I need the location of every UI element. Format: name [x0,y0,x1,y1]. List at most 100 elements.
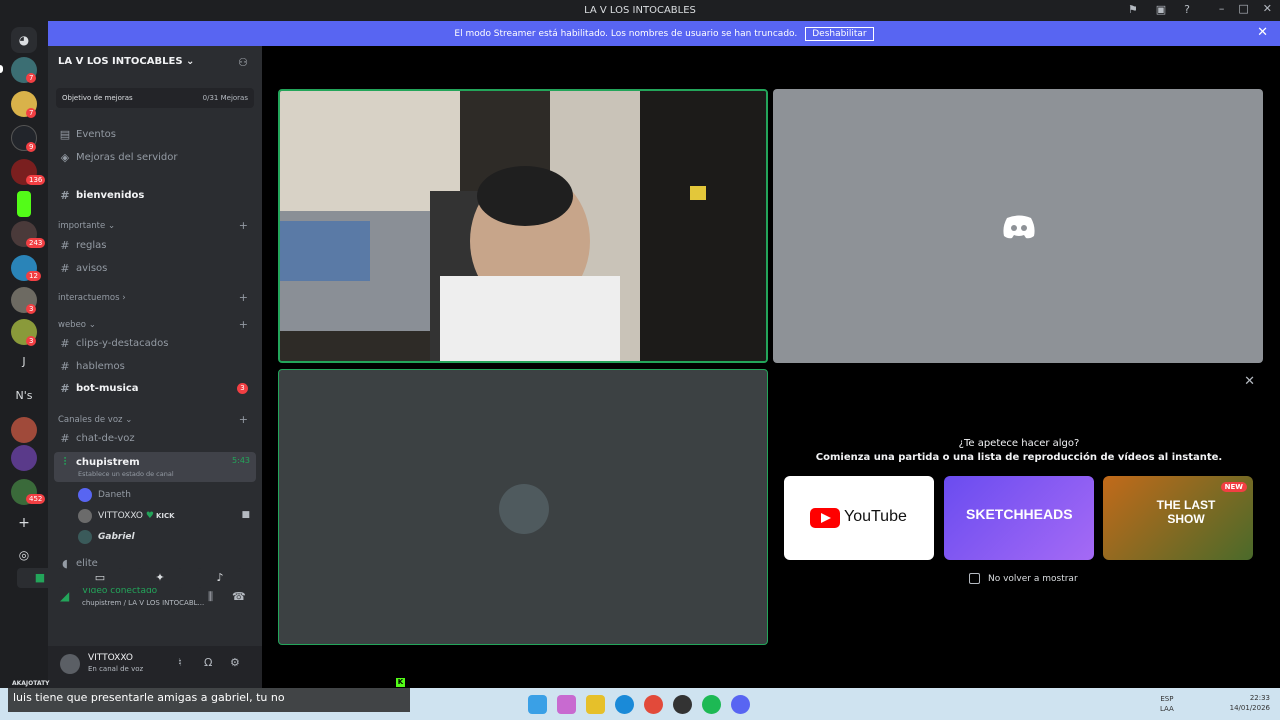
headphones-icon[interactable]: Ω [204,656,212,669]
edge-icon[interactable] [615,695,634,714]
discord-home-icon[interactable]: ◕ [11,27,37,53]
category-label: webeo [58,320,87,330]
hash-icon: # [60,239,70,252]
activity-sketchheads[interactable]: SKETCHHEADS [944,476,1094,560]
user-avatar [499,484,549,534]
server-badge: 452 [26,494,46,504]
channel-label: avisos [76,263,108,274]
server-icon[interactable] [11,417,37,443]
signal-icon[interactable]: ◢ [60,589,69,603]
maximize-icon[interactable]: □ [1238,2,1248,15]
voice-tile-user[interactable] [278,369,768,645]
boost-goal[interactable]: Objetivo de mejoras 0/31 Mejoras [56,88,254,108]
close-banner-icon[interactable]: ✕ [1257,25,1268,40]
sidebar-item-events[interactable]: ▤ Eventos [58,128,116,141]
server-badge: 3 [26,304,37,314]
server-badge: 9 [26,142,37,152]
server-letter-icon[interactable]: J [11,355,37,368]
channel-avisos[interactable]: # avisos [58,262,107,275]
window-titlebar: LA V LOS INTOCABLES ⚑ ▣ ? – □ ✕ [0,0,1280,21]
server-name-header[interactable]: LA V LOS INTOCABLES ⌄ [58,56,194,67]
user-panel: VITTOXXO En canal de voz ♮ Ω ⚙ [48,646,262,688]
quick-switch-icon[interactable]: ▣ [1156,3,1166,16]
chevron-down-icon: ⌄ [107,221,116,231]
voice-timer: 5:43 [232,456,250,465]
activities-promo: ✕ ¿Te apetece hacer algo? Comienza una p… [775,368,1263,646]
create-channel-icon[interactable]: + [239,413,248,426]
chrome-icon[interactable] [644,695,663,714]
chat-username: AKAJOTATY [12,680,50,687]
voice-channel-chupistrem[interactable]: ⫶ chupistrem [58,455,140,469]
channel-bot-musica[interactable]: # bot-musica [58,382,138,395]
close-window-icon[interactable]: ✕ [1263,2,1272,15]
voice-member[interactable]: Gabriel [78,530,135,544]
server-icon[interactable] [11,445,37,471]
disable-streamer-button[interactable]: Deshabilitar [805,26,874,41]
create-channel-icon[interactable]: + [239,291,248,304]
create-channel-icon[interactable]: + [239,219,248,232]
activity-label: SKETCHHEADS [966,506,1073,522]
user-name[interactable]: VITTOXXO [88,653,133,663]
microphone-icon[interactable]: ♮ [178,656,182,669]
close-promo-icon[interactable]: ✕ [1244,374,1255,389]
calendar-icon: ▤ [59,128,71,141]
soundboard-button[interactable]: ♪ [197,568,243,588]
sidebar-item-server-boosts[interactable]: ◈ Mejoras del servidor [58,151,178,164]
channel-label: clips-y-destacados [76,338,169,349]
chevron-right-icon: › [122,293,126,303]
start-icon[interactable] [528,695,547,714]
avatar [78,530,92,544]
noise-suppression-icon[interactable]: ⫼ [208,590,213,604]
lang-secondary: LAA [1160,705,1174,713]
channel-bienvenidos[interactable]: # bienvenidos [58,189,144,202]
disconnect-icon[interactable]: ☎ [232,590,246,603]
category-voice[interactable]: Canales de voz ⌄ [58,415,132,425]
boost-icon: ◈ [60,151,70,164]
gear-icon[interactable]: ⚙ [230,656,240,669]
channel-chat-de-voz[interactable]: # chat-de-voz [58,432,134,445]
checkbox[interactable] [969,573,980,584]
screen-share-button[interactable]: ▭ [77,568,123,588]
user-status: En canal de voz [88,665,144,673]
channel-clips-y-destacados[interactable]: # clips-y-destacados [58,337,168,350]
create-channel-icon[interactable]: + [239,318,248,331]
category-webeo[interactable]: webeo ⌄ [58,320,96,330]
obs-icon[interactable] [673,695,692,714]
discord-taskbar-icon[interactable] [731,695,750,714]
video-tile-placeholder[interactable] [773,89,1263,363]
language-indicator[interactable]: ESP LAA [1160,694,1174,714]
server-letter-icon[interactable]: N's [11,389,37,402]
category-interactuemos[interactable]: interactuemos › [58,293,126,303]
spotify-icon[interactable] [702,695,721,714]
voice-member[interactable]: Daneth [78,488,131,502]
video-toggle-button[interactable]: ■ [17,568,63,588]
minimize-icon[interactable]: – [1219,2,1225,15]
channel-hablemos[interactable]: # hablemos [58,360,124,373]
inbox-icon[interactable]: ⚑ [1128,3,1138,16]
dont-show-again[interactable]: No volver a mostrar [969,573,1078,584]
voice-member[interactable]: VITTOXXO ♥ KICK [78,509,175,523]
new-badge: NEW [1220,482,1247,492]
server-badge: 7 [26,108,37,118]
activities-button[interactable]: ✦ [137,568,183,588]
invite-people-icon[interactable]: ⚇ [238,56,248,69]
activity-the-last-show[interactable]: THE LAST SHOW NEW [1103,476,1253,560]
hash-icon: # [60,432,70,445]
voice-location[interactable]: chupistrem / LA V LOS INTOCABL... [82,599,204,607]
user-avatar[interactable] [60,654,80,674]
help-icon[interactable]: ? [1184,3,1190,16]
add-server-icon[interactable]: + [11,515,37,531]
copilot-icon[interactable] [557,695,576,714]
channel-reglas[interactable]: # reglas [58,239,106,252]
kick-server-icon[interactable] [17,191,31,217]
category-importante[interactable]: importante ⌄ [58,221,115,231]
video-tile-camera[interactable] [278,89,768,363]
discover-icon[interactable]: ◎ [11,548,37,562]
member-name: Daneth [98,490,131,500]
channel-status-hint[interactable]: Establece un estado de canal [78,470,174,478]
play-icon [821,513,831,523]
server-name: LA V LOS INTOCABLES [58,56,183,67]
clock[interactable]: 22:33 14/01/2026 [1230,693,1270,713]
activity-youtube[interactable]: YouTube [784,476,934,560]
file-explorer-icon[interactable] [586,695,605,714]
